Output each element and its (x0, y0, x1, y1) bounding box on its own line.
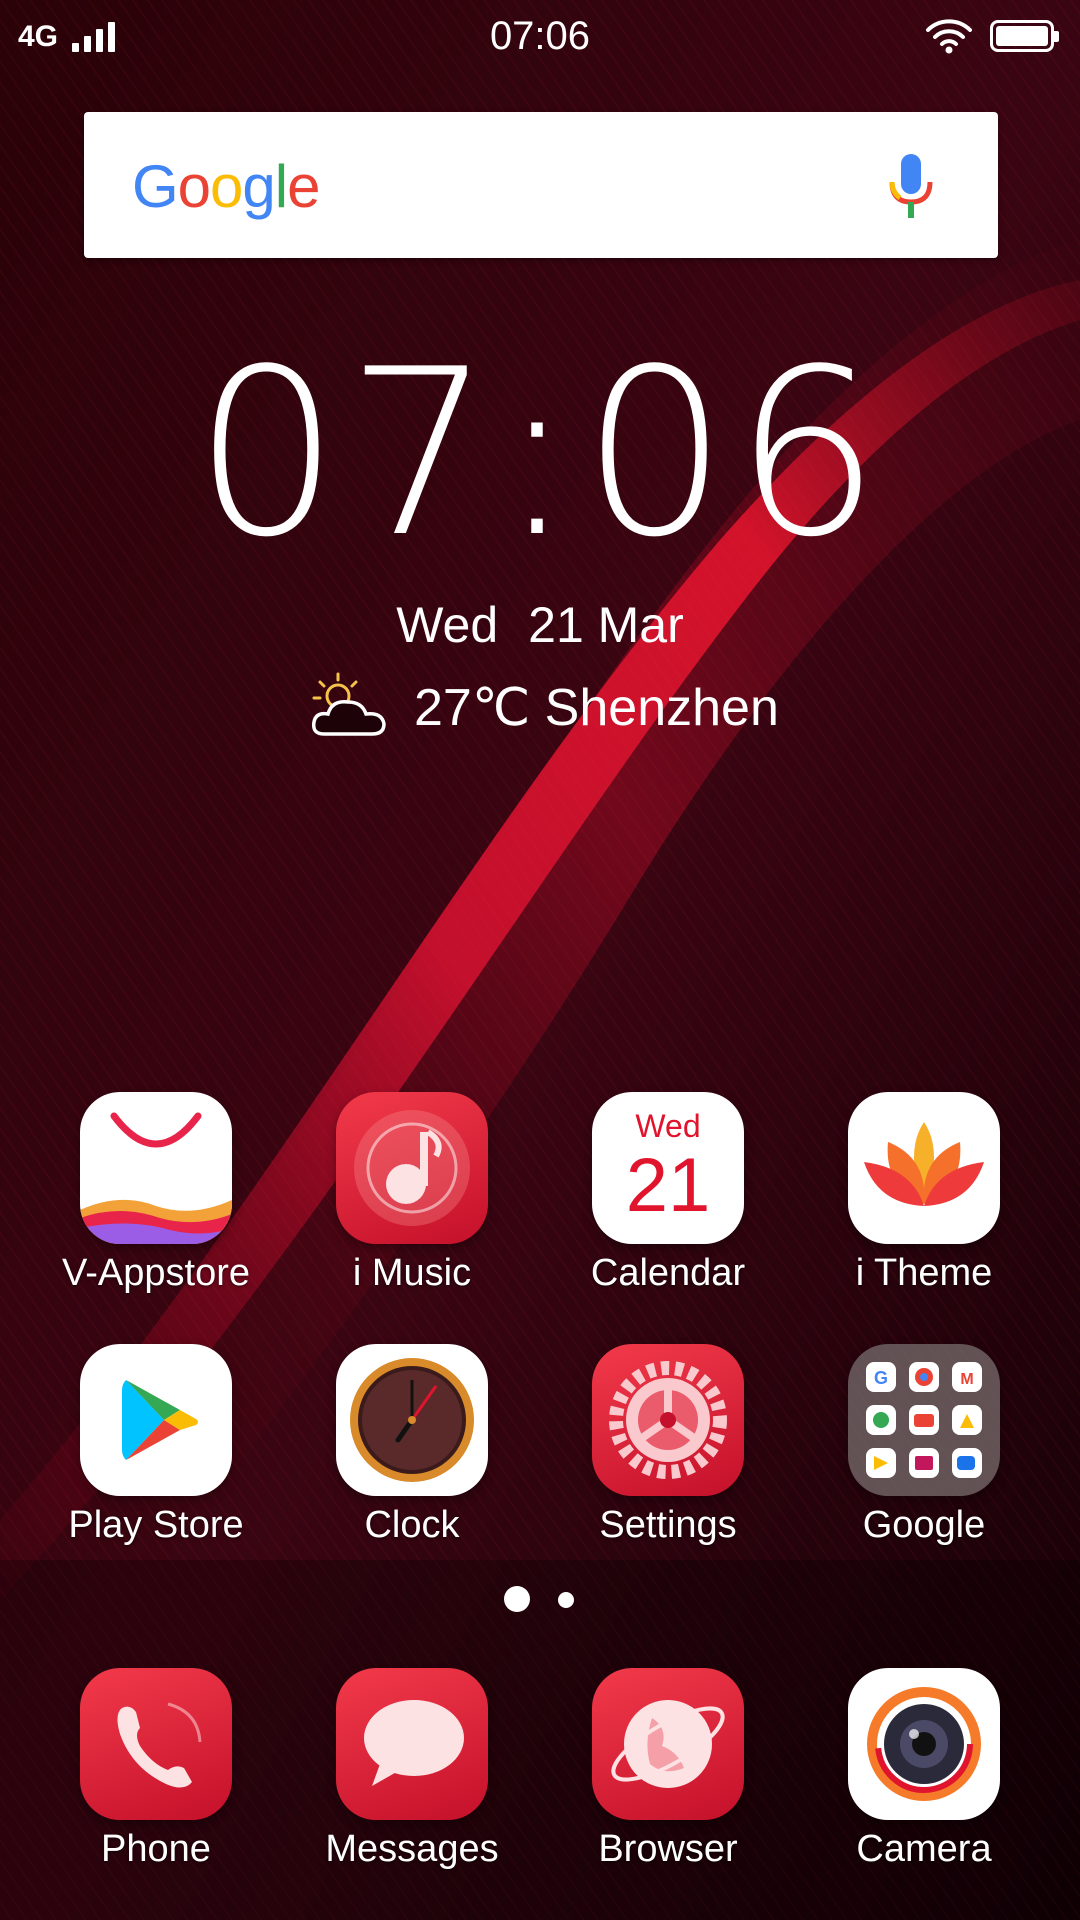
calendar-icon-day: Wed (635, 1108, 701, 1144)
dock-camera[interactable]: Camera (814, 1668, 1034, 1871)
wifi-icon (926, 19, 972, 54)
message-bubble-icon (336, 1668, 488, 1820)
app-label: Google (862, 1504, 986, 1546)
microphone-icon[interactable] (884, 152, 938, 222)
wallpaper (0, 0, 1080, 1920)
app-label: Clock (364, 1504, 460, 1546)
app-label: i Music (352, 1252, 472, 1294)
clock-widget-time[interactable]: 07:06 (0, 340, 1080, 570)
play-store-icon (80, 1344, 232, 1496)
phone-icon (80, 1668, 232, 1820)
status-time: 07:06 (489, 14, 591, 58)
weather-text: 27℃ Shenzhen (414, 679, 779, 737)
app-label: Phone (101, 1828, 211, 1870)
page-dot[interactable] (558, 1592, 574, 1608)
app-play-store[interactable]: Play Store (46, 1344, 266, 1547)
google-search-bar[interactable]: Google (84, 112, 998, 258)
globe-icon (592, 1668, 744, 1820)
app-i-music[interactable]: i Music (302, 1092, 522, 1295)
folder-google[interactable]: G M Google (814, 1344, 1034, 1547)
app-label: V-Appstore (62, 1252, 250, 1294)
app-calendar[interactable]: Wed 21 Calendar (558, 1092, 778, 1295)
gear-icon (592, 1344, 744, 1496)
dock-phone[interactable]: Phone (46, 1668, 266, 1871)
calendar-icon: Wed 21 (592, 1092, 744, 1244)
app-i-theme[interactable]: i Theme (814, 1092, 1034, 1295)
partly-cloudy-icon (311, 672, 386, 736)
svg-text:M: M (960, 1371, 973, 1388)
svg-text:G: G (874, 1368, 888, 1388)
dock-messages[interactable]: Messages (302, 1668, 522, 1871)
clock-widget-date: Wed 21 Mar (396, 597, 684, 653)
google-folder-icon: G M (848, 1344, 1000, 1496)
app-label: Browser (598, 1828, 738, 1870)
v-appstore-icon (80, 1092, 232, 1244)
page-dot-current[interactable] (504, 1586, 530, 1612)
app-label: Settings (599, 1504, 737, 1546)
app-label: Messages (325, 1828, 499, 1870)
music-icon (336, 1092, 488, 1244)
clock-icon (336, 1344, 488, 1496)
app-v-appstore[interactable]: V-Appstore (46, 1092, 266, 1295)
camera-lens-icon (848, 1668, 1000, 1820)
status-bar: 4G 07:06 (0, 0, 1080, 76)
app-label: Play Store (68, 1504, 244, 1546)
calendar-icon-date: 21 (625, 1143, 711, 1228)
weather-widget[interactable]: 27℃ Shenzhen (310, 672, 780, 742)
app-clock[interactable]: Clock (302, 1344, 522, 1547)
app-label: Calendar (590, 1252, 746, 1294)
lotus-icon (848, 1092, 1000, 1244)
dock-browser[interactable]: Browser (558, 1668, 778, 1871)
page-indicator (0, 1584, 1080, 1614)
app-label: i Theme (855, 1252, 993, 1294)
app-settings[interactable]: Settings (558, 1344, 778, 1547)
app-label: Camera (856, 1828, 992, 1870)
google-logo: Google (132, 153, 321, 220)
battery-icon (990, 20, 1059, 52)
